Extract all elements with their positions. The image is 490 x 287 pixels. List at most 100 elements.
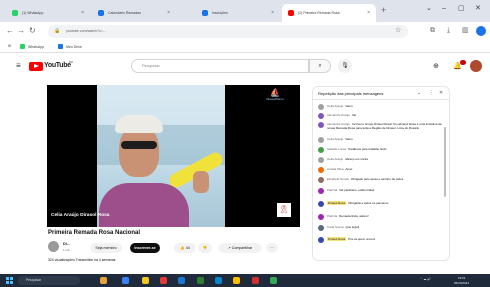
chat-message: Carla Souza Que legal! [313, 225, 449, 231]
chat-title[interactable]: Repetição das principais mensagens [318, 91, 383, 96]
close-icon[interactable]: × [271, 10, 274, 16]
voice-search-button[interactable]: 🎙 [338, 59, 352, 73]
chat-message-body: Celia Araújo abraço em vocês [327, 157, 368, 163]
browser-tab[interactable]: (1) WhatsApp × [6, 4, 90, 22]
os-taskbar: Pesquisar ⌃ ☁ 🔊 19:51 05/10/2024 [0, 274, 490, 287]
taskbar-app-icon[interactable] [122, 277, 129, 284]
taskbar-app-icon[interactable] [252, 277, 259, 284]
more-vert-icon[interactable]: ⋮ [429, 90, 434, 96]
chat-author[interactable]: Amélia Silva [327, 167, 344, 171]
taskbar-app-icon[interactable] [178, 277, 185, 284]
chat-author[interactable]: Dirasol Rosa [327, 237, 347, 241]
create-icon[interactable]: ⊕ [433, 63, 439, 70]
channel-name[interactable]: Di... [63, 242, 70, 246]
video-player[interactable]: ⛵ DirasolRemo 🎗 Celia Araújo Dirasol Ros… [47, 85, 300, 227]
close-icon[interactable]: × [167, 10, 170, 16]
chevron-down-icon[interactable]: ⌄ [417, 90, 421, 96]
chat-text: Amei [345, 167, 353, 171]
chat-text: Vai [351, 113, 356, 117]
chat-author[interactable]: Elizabeth Souza [327, 177, 349, 181]
bookmarks-bar: ⊞ WhatsApp Meu Drive [0, 41, 490, 53]
chat-author[interactable]: Carla Souza [327, 225, 344, 229]
chat-avatar[interactable] [318, 113, 324, 119]
bookmark-item[interactable]: Meu Drive [58, 44, 82, 49]
chat-scrollbar[interactable] [444, 127, 446, 197]
share-icon: ↗ [227, 246, 231, 250]
subscribe-button[interactable]: Inscrever-se [130, 243, 160, 253]
extensions-icon[interactable]: ⧉ [430, 27, 435, 35]
search-button[interactable]: ⌕ [309, 59, 331, 73]
chat-message-body: Celia Araujo Vamo [327, 104, 353, 110]
bookmark-star-icon[interactable]: ☆ [395, 27, 401, 35]
chat-author[interactable]: Dirasol Rosa [327, 201, 347, 205]
video-glasses [121, 141, 157, 149]
search-input[interactable]: Pesquisar [131, 59, 309, 73]
chat-avatar[interactable] [318, 214, 324, 220]
bookmark-item[interactable]: WhatsApp [20, 44, 44, 49]
profile-avatar[interactable] [476, 26, 486, 36]
chat-avatar[interactable] [318, 177, 324, 183]
reload-icon[interactable]: ↻ [29, 26, 36, 36]
taskbar-app-icon[interactable] [233, 277, 240, 284]
chat-avatar[interactable] [318, 201, 324, 207]
chat-author[interactable]: Patrícia [327, 188, 337, 192]
chat-message: Amélia Silva Amei [313, 167, 449, 173]
sidebar-icon[interactable]: ▥ [462, 27, 469, 35]
notification-badge [460, 60, 466, 65]
lock-icon: 🔒 [54, 28, 61, 34]
close-icon[interactable]: × [81, 10, 84, 16]
taskbar-app-icon[interactable] [270, 277, 277, 284]
minimize-button[interactable]: – [442, 5, 446, 13]
taskbar-search[interactable]: Pesquisar [18, 276, 80, 285]
apps-grid-icon[interactable]: ⊞ [8, 44, 11, 48]
share-button[interactable]: ↗ Compartilhar [218, 243, 262, 253]
download-icon[interactable]: ⤓ [447, 27, 450, 35]
windows-start-icon[interactable] [6, 277, 13, 284]
taskbar-app-icon[interactable] [197, 277, 204, 284]
chat-author[interactable]: Celia Araújo [327, 157, 343, 161]
close-icon[interactable]: ✕ [439, 90, 443, 96]
back-icon[interactable]: ← [6, 26, 14, 36]
chat-author[interactable]: Patrícia [327, 214, 337, 218]
chat-avatar[interactable] [318, 167, 324, 173]
doc-icon [202, 10, 208, 16]
youtube-logo-icon[interactable] [29, 62, 43, 71]
forward-icon[interactable]: → [17, 26, 25, 36]
tray-icons[interactable]: ⌃ ☁ 🔊 [420, 277, 431, 281]
taskbar-app-icon[interactable] [160, 277, 167, 284]
maximize-button[interactable]: ▢ [458, 5, 465, 13]
dislike-button[interactable]: 👎 [198, 243, 212, 253]
more-options-button[interactable]: ⋯ [266, 243, 278, 253]
chat-message: Patrícia Remada linda, adorei! [313, 214, 449, 220]
tab-label: (2) Primeira Remada Rosa [298, 11, 340, 15]
taskbar-app-icon[interactable] [215, 277, 222, 284]
chat-avatar[interactable] [318, 188, 324, 194]
chat-author[interactable]: Celia Araújo [327, 137, 343, 141]
new-tab-button[interactable]: + [381, 6, 386, 15]
like-button[interactable]: 👍 44 [174, 243, 196, 253]
chevron-down-icon[interactable]: ⌄ [426, 5, 432, 13]
browser-tab-active[interactable]: (2) Primeira Remada Rosa × [282, 4, 376, 22]
browser-tab[interactable]: Inscrições × [196, 4, 280, 22]
address-bar[interactable]: 🔒 youtube.com/watch?v=... [48, 25, 408, 38]
taskbar-app-icon[interactable] [100, 277, 107, 284]
channel-avatar[interactable] [48, 241, 59, 252]
join-button[interactable]: Seja membro [90, 243, 122, 253]
menu-icon[interactable]: ≡ [16, 62, 21, 70]
avatar[interactable] [470, 60, 482, 72]
close-icon[interactable]: × [367, 10, 370, 16]
chat-avatar[interactable] [318, 137, 324, 143]
browser-tab[interactable]: Calendário Remadas × [92, 4, 176, 22]
taskbar-app-icon[interactable] [142, 277, 149, 284]
chat-avatar[interactable] [318, 225, 324, 231]
youtube-logo-text[interactable]: YouTube [44, 62, 71, 69]
chat-author[interactable]: Isabelle Lucas [327, 147, 346, 151]
chat-author[interactable]: Celia Araujo [327, 104, 343, 108]
chat-avatar[interactable] [318, 122, 324, 128]
chat-avatar[interactable] [318, 237, 324, 243]
chat-avatar[interactable] [318, 147, 324, 153]
chat-avatar[interactable] [318, 157, 324, 163]
chat-avatar[interactable] [318, 104, 324, 110]
chat-author[interactable]: Alexandre Araújo [327, 113, 350, 117]
window-close-button[interactable]: ✕ [475, 5, 481, 13]
